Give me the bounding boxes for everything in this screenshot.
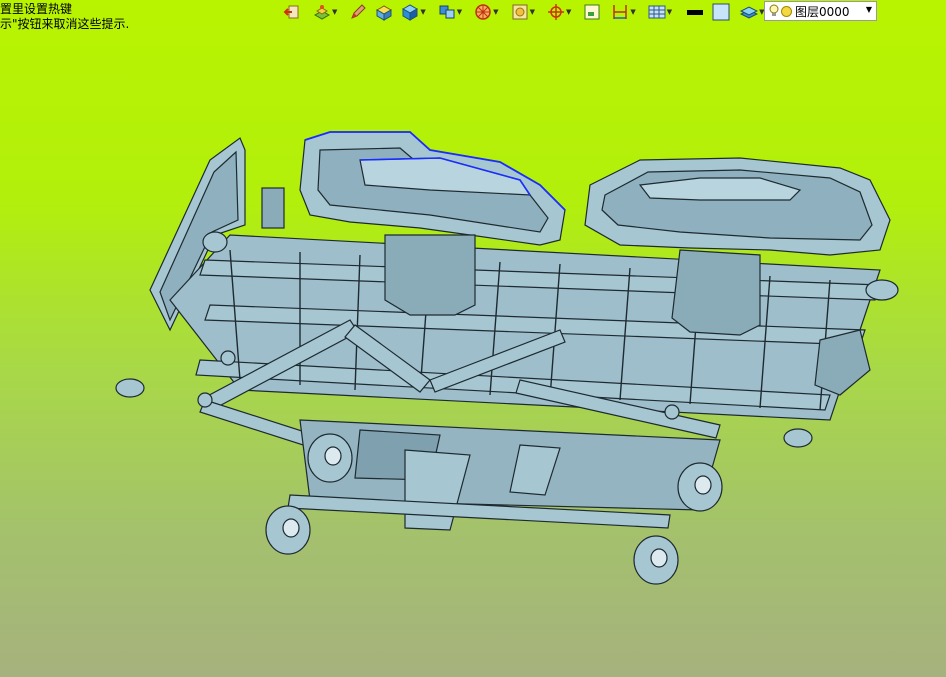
model-viewport[interactable] [0,0,946,677]
hospital-bed-model [115,131,899,585]
